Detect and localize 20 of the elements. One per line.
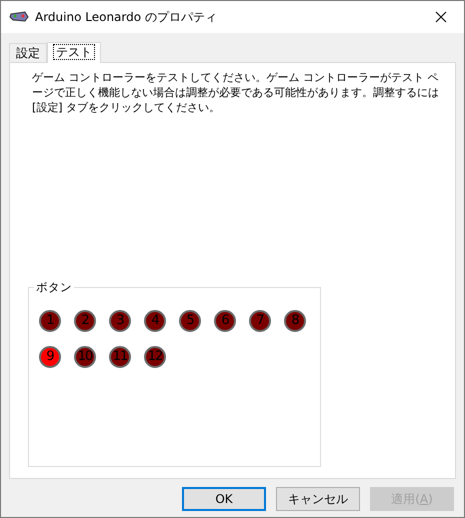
instruction-text: ゲーム コントローラーをテストしてください。ゲーム コントローラーがテスト ページで正しく機能しない場合は調整が必要である可能性があります。調整するには [設定] タブをクリックしてください。 [31, 70, 440, 116]
app-icon [9, 11, 29, 23]
close-icon [435, 11, 447, 23]
tab[interactable]: テスト [47, 42, 101, 63]
button-indicator: 5 [179, 310, 201, 332]
dialog-button[interactable]: OK [182, 487, 266, 511]
button-indicator: 6 [214, 310, 236, 332]
button-indicator: 3 [109, 310, 131, 332]
button-indicator: 7 [249, 310, 271, 332]
button-indicator: 10 [74, 346, 96, 368]
window-title: Arduino Leonardo のプロパティ [35, 9, 218, 26]
button-indicator: 8 [284, 310, 306, 332]
button-indicator: 12 [144, 346, 166, 368]
tab[interactable]: 設定 [9, 43, 47, 62]
button-indicator: 2 [74, 310, 96, 332]
dialog-button[interactable]: キャンセル [276, 487, 360, 511]
button-indicator: 9 [39, 346, 61, 368]
button-indicator: 4 [144, 310, 166, 332]
button-indicator: 1 [39, 310, 61, 332]
button-indicator: 11 [109, 346, 131, 368]
